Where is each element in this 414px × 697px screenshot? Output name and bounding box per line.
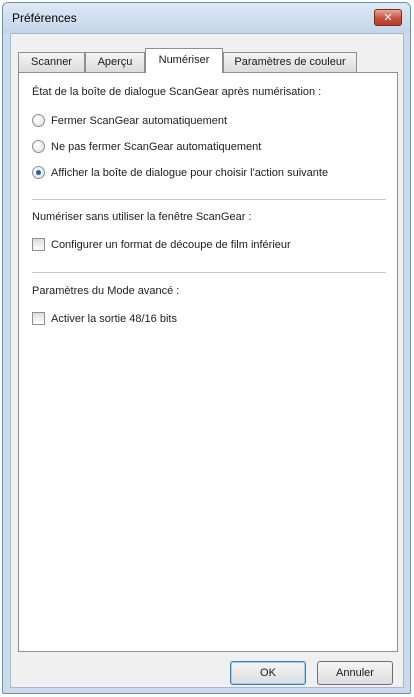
preferences-dialog: Préférences ✕ Scanner Aperçu Numériser P… (2, 2, 411, 694)
checkbox-film-crop-format[interactable] (32, 238, 45, 251)
ok-button[interactable]: OK (230, 661, 306, 685)
divider (32, 199, 386, 200)
tab-parametres-de-couleur[interactable]: Paramètres de couleur (223, 52, 357, 72)
tab-apercu[interactable]: Aperçu (85, 52, 145, 72)
tab-scanner[interactable]: Scanner (18, 52, 85, 72)
tab-panel-numeriser: État de la boîte de dialogue ScanGear ap… (18, 72, 398, 652)
tab-strip: Scanner Aperçu Numériser Paramètres de c… (18, 48, 398, 73)
window-title: Préférences (12, 11, 77, 25)
divider (32, 272, 386, 273)
without-window-heading: Numériser sans utiliser la fenêtre ScanG… (32, 211, 252, 223)
after-scan-heading: État de la boîte de dialogue ScanGear ap… (32, 86, 322, 98)
radio-keep-scangear-open[interactable] (32, 140, 45, 153)
close-icon: ✕ (383, 11, 393, 24)
cancel-button[interactable]: Annuler (317, 661, 393, 685)
checkbox-48-16-bit-output-label[interactable]: Activer la sortie 48/16 bits (51, 313, 177, 325)
checkbox-film-crop-format-label[interactable]: Configurer un format de découpe de film … (51, 239, 291, 251)
radio-close-scangear[interactable] (32, 114, 45, 127)
radio-selected-dot (36, 170, 41, 175)
dialog-content: Scanner Aperçu Numériser Paramètres de c… (10, 33, 404, 688)
advanced-mode-heading: Paramètres du Mode avancé : (32, 285, 180, 297)
radio-show-next-action-dialog[interactable] (32, 166, 45, 179)
radio-show-next-action-dialog-label[interactable]: Afficher la boîte de dialogue pour chois… (51, 167, 328, 179)
tab-numeriser[interactable]: Numériser (145, 48, 223, 73)
title-bar[interactable]: Préférences ✕ (3, 3, 410, 33)
radio-keep-scangear-open-label[interactable]: Ne pas fermer ScanGear automatiquement (51, 141, 261, 153)
close-button[interactable]: ✕ (374, 9, 402, 26)
radio-close-scangear-label[interactable]: Fermer ScanGear automatiquement (51, 115, 227, 127)
checkbox-48-16-bit-output[interactable] (32, 312, 45, 325)
